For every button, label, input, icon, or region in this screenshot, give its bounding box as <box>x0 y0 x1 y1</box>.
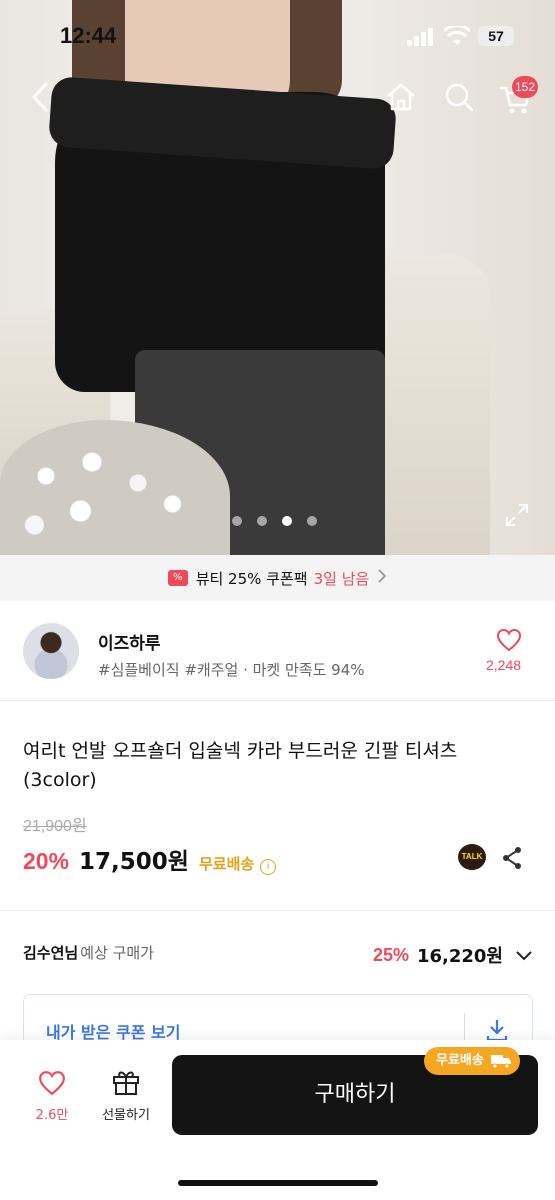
like-count: 2.6만 <box>35 1108 69 1123</box>
home-indicator <box>178 1180 378 1186</box>
coupon-box-separator <box>464 1013 465 1043</box>
price-row: 20% 17,500원 무료배송 i <box>23 842 277 875</box>
coupon-banner[interactable]: 뷰티 25% 쿠폰팩 3일 남음 <box>0 555 555 601</box>
battery-indicator: 57 <box>478 26 514 46</box>
carousel-dot <box>307 516 317 526</box>
carousel-indicator <box>232 516 324 528</box>
sale-price: 17,500원 <box>79 849 189 875</box>
shop-avatar[interactable] <box>23 623 79 679</box>
status-bar: 12:44 57 <box>0 0 555 72</box>
bottom-action-bar: 2.6만 선물하기 구매하기 무료배송 <box>0 1040 555 1200</box>
free-shipping-pill: 무료배송 <box>424 1047 520 1075</box>
chevron-right-icon <box>377 568 387 588</box>
user-name: 김수연님 <box>23 944 79 962</box>
shop-info[interactable]: 이즈하루 #심플베이직 #캐주얼 · 마켓 만족도 94% 2,248 <box>0 601 555 701</box>
truck-icon <box>490 1055 511 1069</box>
free-shipping-pill-label: 무료배송 <box>436 1053 484 1068</box>
status-time: 12:44 <box>60 23 117 48</box>
shop-like-count: 2,248 <box>486 657 522 673</box>
carousel-dot-active <box>282 516 292 526</box>
expected-price-values: 25% 16,220원 <box>373 942 533 968</box>
wifi-icon <box>444 26 470 45</box>
gift-button[interactable]: 선물하기 <box>94 1068 158 1123</box>
coupon-banner-deadline: 3일 남음 <box>313 569 370 588</box>
expected-price-row[interactable]: 김수연님 예상 구매가 25% 16,220원 <box>23 942 533 970</box>
shop-name[interactable]: 이즈하루 <box>98 629 161 654</box>
expected-price-label: 예상 구매가 <box>80 944 154 962</box>
free-shipping-label: 무료배송 <box>198 855 255 873</box>
discount-rate: 20% <box>23 848 70 874</box>
signal-icon <box>407 28 435 46</box>
heart-icon <box>39 1071 65 1096</box>
coupon-banner-text: 뷰티 25% 쿠폰팩 <box>195 569 308 588</box>
expand-icon[interactable] <box>504 502 530 528</box>
gift-icon <box>113 1071 139 1095</box>
back-icon[interactable] <box>24 80 58 114</box>
carousel-dot <box>257 516 267 526</box>
kakao-talk-icon[interactable]: TALK <box>458 844 486 870</box>
like-button[interactable]: 2.6만 <box>30 1070 74 1123</box>
search-icon[interactable] <box>442 80 476 114</box>
expected-discount: 25% <box>372 944 409 965</box>
share-icon[interactable] <box>500 846 524 870</box>
cart-count-badge: 152 <box>512 76 539 98</box>
home-icon[interactable] <box>384 80 418 114</box>
chevron-down-icon[interactable] <box>515 946 533 964</box>
info-icon[interactable]: i <box>260 859 277 875</box>
original-price: 21,900원 <box>23 818 87 835</box>
shop-tags: #심플베이직 #캐주얼 · 마켓 만족도 94% <box>98 661 365 679</box>
coupon-icon <box>167 570 188 586</box>
carousel-dot <box>232 516 242 526</box>
shop-heart-icon[interactable] <box>496 628 522 652</box>
gift-label: 선물하기 <box>102 1108 150 1123</box>
expected-price: 16,220원 <box>416 946 503 967</box>
section-divider <box>0 910 555 911</box>
product-title: 여리t 언발 오프숄더 입술넥 카라 부드러운 긴팔 티셔츠 (3color) <box>23 740 458 791</box>
